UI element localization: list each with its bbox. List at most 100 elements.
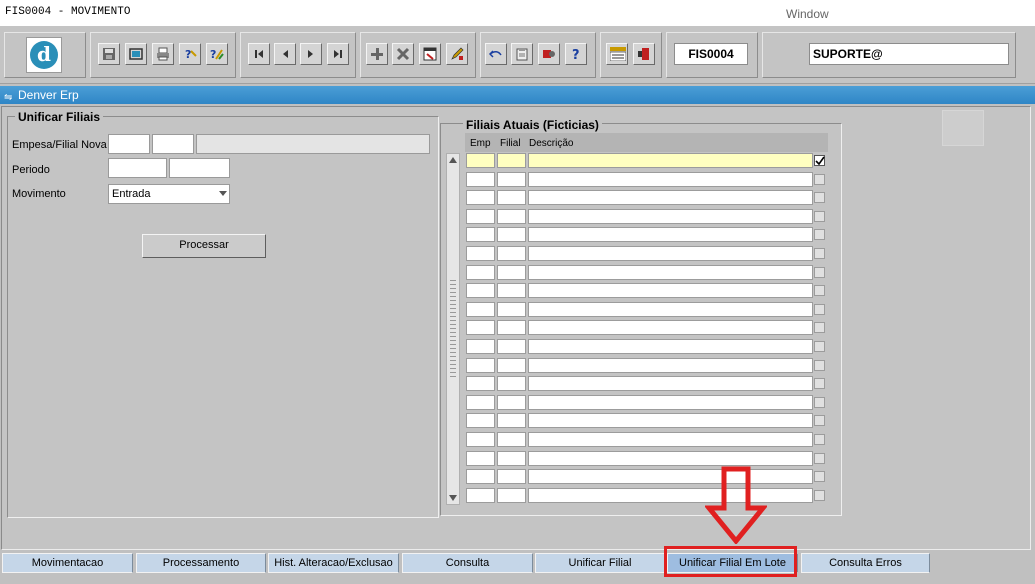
emp-cell[interactable] <box>466 172 495 187</box>
exit-icon[interactable] <box>633 43 655 65</box>
chevron-down-icon[interactable] <box>219 191 227 196</box>
help-icon[interactable]: ? <box>565 43 587 65</box>
row-checkbox[interactable] <box>814 267 825 278</box>
emp-cell[interactable] <box>466 358 495 373</box>
filial-cell[interactable] <box>497 413 526 428</box>
filial-cell[interactable] <box>497 339 526 354</box>
descricao-cell[interactable] <box>528 358 813 373</box>
row-checkbox[interactable] <box>814 322 825 333</box>
print-icon[interactable] <box>152 43 174 65</box>
undo-icon[interactable] <box>485 43 507 65</box>
filial-cell[interactable] <box>497 432 526 447</box>
descricao-cell[interactable] <box>528 190 813 205</box>
periodo-fim-input[interactable] <box>169 158 230 178</box>
emp-cell[interactable] <box>466 469 495 484</box>
filial-cell[interactable] <box>497 153 526 168</box>
row-checkbox[interactable] <box>814 397 825 408</box>
menu-icon[interactable] <box>606 43 628 65</box>
descricao-cell[interactable] <box>528 246 813 261</box>
tab-consulta[interactable]: Consulta <box>402 553 533 573</box>
emp-cell[interactable] <box>466 190 495 205</box>
descricao-cell[interactable] <box>528 432 813 447</box>
window-icon[interactable] <box>125 43 147 65</box>
descricao-cell[interactable] <box>528 209 813 224</box>
empresa-input[interactable] <box>108 134 150 154</box>
descricao-cell[interactable] <box>528 283 813 298</box>
filial-cell[interactable] <box>497 320 526 335</box>
last-record-icon[interactable] <box>327 43 349 65</box>
delete-record-icon[interactable] <box>392 43 414 65</box>
filial-cell[interactable] <box>497 227 526 242</box>
emp-cell[interactable] <box>466 376 495 391</box>
filial-cell[interactable] <box>497 190 526 205</box>
descricao-cell[interactable] <box>528 395 813 410</box>
filial-cell[interactable] <box>497 209 526 224</box>
periodo-inicio-input[interactable] <box>108 158 167 178</box>
tab-processamento[interactable]: Processamento <box>136 553 266 573</box>
descricao-cell[interactable] <box>528 302 813 317</box>
filial-cell[interactable] <box>497 172 526 187</box>
row-checkbox[interactable] <box>814 490 825 501</box>
emp-cell[interactable] <box>466 246 495 261</box>
emp-cell[interactable] <box>466 451 495 466</box>
descricao-cell[interactable] <box>528 488 813 503</box>
emp-cell[interactable] <box>466 265 495 280</box>
row-checkbox[interactable] <box>814 174 825 185</box>
emp-cell[interactable] <box>466 302 495 317</box>
save-icon[interactable] <box>98 43 120 65</box>
clear-record-icon[interactable] <box>419 43 441 65</box>
emp-cell[interactable] <box>466 320 495 335</box>
filial-cell[interactable] <box>497 302 526 317</box>
filial-cell[interactable] <box>497 395 526 410</box>
emp-cell[interactable] <box>466 339 495 354</box>
next-record-icon[interactable] <box>300 43 322 65</box>
row-checkbox[interactable] <box>814 415 825 426</box>
tab-unificar-filial[interactable]: Unificar Filial <box>535 553 665 573</box>
descricao-cell[interactable] <box>528 265 813 280</box>
filial-cell[interactable] <box>497 376 526 391</box>
descricao-cell[interactable] <box>528 153 813 168</box>
filial-cell[interactable] <box>497 488 526 503</box>
emp-cell[interactable] <box>466 283 495 298</box>
filial-cell[interactable] <box>497 265 526 280</box>
row-checkbox[interactable] <box>814 285 825 296</box>
emp-cell[interactable] <box>466 488 495 503</box>
clipboard-icon[interactable] <box>511 43 533 65</box>
row-checkbox[interactable] <box>814 453 825 464</box>
emp-cell[interactable] <box>466 209 495 224</box>
row-checkbox[interactable] <box>814 341 825 352</box>
tab-hist-alteracao-exclusao[interactable]: Hist. Alteracao/Exclusao <box>268 553 399 573</box>
filial-cell[interactable] <box>497 469 526 484</box>
movimento-select[interactable]: Entrada <box>108 184 230 204</box>
emp-cell[interactable] <box>466 395 495 410</box>
window-menu[interactable]: Window <box>786 7 829 21</box>
row-checkbox[interactable] <box>814 248 825 259</box>
descricao-cell[interactable] <box>528 413 813 428</box>
processar-button[interactable]: Processar <box>142 234 266 258</box>
row-checkbox[interactable] <box>814 229 825 240</box>
edit-icon[interactable] <box>446 43 468 65</box>
descricao-cell[interactable] <box>528 376 813 391</box>
scroll-grip[interactable] <box>450 280 456 380</box>
descricao-cell[interactable] <box>528 451 813 466</box>
row-checkbox[interactable] <box>814 304 825 315</box>
row-checkbox[interactable] <box>814 471 825 482</box>
settings-icon[interactable] <box>538 43 560 65</box>
emp-cell[interactable] <box>466 153 495 168</box>
emp-cell[interactable] <box>466 413 495 428</box>
scroll-down-icon[interactable] <box>449 495 457 501</box>
filial-cell[interactable] <box>497 451 526 466</box>
grid-scrollbar[interactable] <box>446 153 460 505</box>
tab-movimentacao[interactable]: Movimentacao <box>2 553 133 573</box>
row-checkbox[interactable] <box>814 155 825 166</box>
filial-cell[interactable] <box>497 283 526 298</box>
descricao-cell[interactable] <box>528 227 813 242</box>
row-checkbox[interactable] <box>814 360 825 371</box>
filial-cell[interactable] <box>497 358 526 373</box>
descricao-cell[interactable] <box>528 469 813 484</box>
previous-record-icon[interactable] <box>274 43 296 65</box>
row-checkbox[interactable] <box>814 434 825 445</box>
filial-cell[interactable] <box>497 246 526 261</box>
insert-record-icon[interactable] <box>366 43 388 65</box>
row-checkbox[interactable] <box>814 378 825 389</box>
